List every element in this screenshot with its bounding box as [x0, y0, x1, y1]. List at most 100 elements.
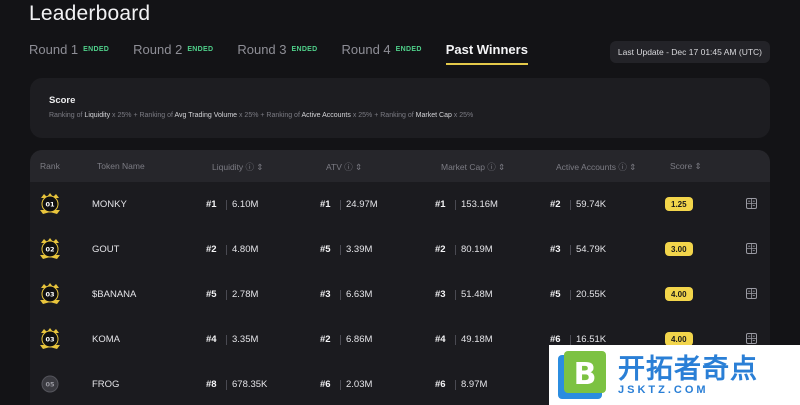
market-cap-rank: #4: [435, 334, 446, 345]
token-name: KOMA: [92, 334, 120, 345]
calculator-icon[interactable]: [746, 288, 757, 299]
formula-key: Liquidity: [84, 112, 111, 119]
header-atv[interactable]: ATV ⓘ ⇕: [326, 161, 362, 173]
formula-text: Ranking of: [49, 112, 85, 119]
token-name: MONKY: [92, 199, 127, 210]
liquidity-cell: #4 3.35M: [206, 334, 258, 345]
rank-label: 01: [45, 201, 55, 209]
tab-round-1[interactable]: Round 1 ENDED: [29, 42, 109, 65]
market-cap-rank: #3: [435, 289, 446, 300]
active-accounts-value: 16.51K: [576, 334, 607, 345]
rank-medal-icon: 03: [40, 283, 60, 304]
liquidity-value: 4.80M: [232, 244, 259, 255]
score-formula-panel: Score Ranking of Liquidity x 25% + Ranki…: [30, 78, 770, 138]
liquidity-value: 2.78M: [232, 289, 259, 300]
table-row[interactable]: 01 MONKY #1 6.10M #1 24.97M #1 153.16M #2 59.74K 1…: [30, 182, 770, 227]
table-row[interactable]: 03 $BANANA #5 2.78M #3 6.63M #3 51.48M #5 20.55K 4…: [30, 272, 770, 317]
ended-badge: ENDED: [83, 46, 110, 53]
tab-past-winners[interactable]: Past Winners: [445, 42, 528, 65]
liquidity-value: 678.35K: [232, 379, 268, 390]
header-active-accounts[interactable]: Active Accounts ⓘ ⇕: [556, 161, 636, 173]
table-row[interactable]: 02 GOUT #2 4.80M #5 3.39M #2 80.19M #3 54.79K 3.00: [30, 227, 770, 272]
market-cap-value: 49.18M: [461, 334, 493, 345]
tab-label: Round 4: [341, 42, 391, 57]
divider: [455, 334, 456, 345]
active-accounts-cell: #3 54.79K: [550, 244, 606, 255]
liquidity-rank: #1: [206, 199, 217, 210]
active-accounts-rank: #3: [550, 244, 561, 255]
divider: [455, 244, 456, 255]
liquidity-cell: #2 4.80M: [206, 244, 258, 255]
active-accounts-cell: #6 16.51K: [550, 334, 606, 345]
atv-cell: #3 6.63M: [320, 289, 372, 300]
atv-cell: #2 6.86M: [320, 334, 372, 345]
atv-rank: #1: [320, 199, 331, 210]
divider: [455, 199, 456, 210]
rank-label: 03: [45, 336, 54, 344]
market-cap-value: 51.48M: [461, 289, 493, 300]
ended-badge: ENDED: [187, 46, 214, 53]
score-badge: 4.00: [665, 332, 693, 346]
market-cap-value: 153.16M: [461, 199, 498, 210]
atv-rank: #6: [320, 379, 331, 390]
token-name: GOUT: [92, 244, 120, 255]
liquidity-cell: #8 678.35K: [206, 379, 267, 390]
market-cap-value: 8.97M: [461, 379, 488, 390]
round-tabs: Round 1 ENDED Round 2 ENDED Round 3 ENDED R…: [29, 42, 552, 65]
rank-medal-icon: 05: [41, 375, 59, 393]
market-cap-cell: #2 80.19M: [435, 244, 493, 255]
formula-text: x 25% + Ranking of: [237, 112, 302, 119]
divider: [570, 244, 571, 255]
score-badge: 3.00: [665, 242, 693, 256]
watermark-en: JSKTZ.COM: [618, 384, 709, 396]
divider: [455, 289, 456, 300]
header-token-name: Token Name: [97, 161, 145, 171]
divider: [226, 379, 227, 390]
atv-value: 6.63M: [346, 289, 373, 300]
divider: [226, 289, 227, 300]
atv-cell: #5 3.39M: [320, 244, 372, 255]
tab-round-2[interactable]: Round 2 ENDED: [133, 42, 213, 65]
formula-key: Avg Trading Volume: [174, 112, 238, 119]
divider: [570, 289, 571, 300]
liquidity-rank: #4: [206, 334, 217, 345]
divider: [340, 379, 341, 390]
score-badge: 1.25: [665, 197, 693, 211]
last-update-badge: Last Update - Dec 17 01:45 AM (UTC): [609, 41, 770, 63]
liquidity-value: 3.35M: [232, 334, 259, 345]
divider: [570, 334, 571, 345]
tab-label: Round 1: [29, 42, 79, 57]
active-accounts-rank: #2: [550, 199, 561, 210]
active-accounts-cell: #5 20.55K: [550, 289, 606, 300]
atv-value: 3.39M: [346, 244, 373, 255]
tab-label: Past Winners: [445, 42, 528, 57]
liquidity-rank: #8: [206, 379, 217, 390]
liquidity-cell: #1 6.10M: [206, 199, 258, 210]
atv-cell: #1 24.97M: [320, 199, 378, 210]
active-accounts-value: 59.74K: [576, 199, 607, 210]
tab-round-4[interactable]: Round 4 ENDED: [342, 42, 422, 65]
atv-rank: #3: [320, 289, 331, 300]
active-accounts-rank: #6: [550, 334, 561, 345]
tab-round-3[interactable]: Round 3 ENDED: [237, 42, 317, 65]
divider: [455, 379, 456, 390]
tab-label: Round 2: [133, 42, 183, 57]
market-cap-rank: #1: [435, 199, 446, 210]
liquidity-value: 6.10M: [232, 199, 259, 210]
header-score[interactable]: Score ⇕: [670, 161, 702, 172]
liquidity-cell: #5 2.78M: [206, 289, 258, 300]
page-title: Leaderboard: [29, 2, 151, 25]
market-cap-rank: #2: [435, 244, 446, 255]
calculator-icon[interactable]: [746, 333, 757, 344]
atv-value: 2.03M: [346, 379, 373, 390]
header-market-cap[interactable]: Market Cap ⓘ ⇕: [441, 161, 505, 173]
header-liquidity[interactable]: Liquidity ⓘ ⇕: [212, 161, 264, 173]
watermark-text: 开拓者奇点 JSKTZ.COM: [618, 354, 758, 396]
calculator-icon[interactable]: [746, 243, 757, 254]
rank-label: 02: [45, 246, 54, 254]
formula-key: Market Cap: [415, 112, 452, 119]
rank-label: 03: [45, 291, 54, 299]
market-cap-cell: #4 49.18M: [435, 334, 493, 345]
formula-key: Active Accounts: [301, 112, 351, 119]
calculator-icon[interactable]: [746, 198, 757, 209]
